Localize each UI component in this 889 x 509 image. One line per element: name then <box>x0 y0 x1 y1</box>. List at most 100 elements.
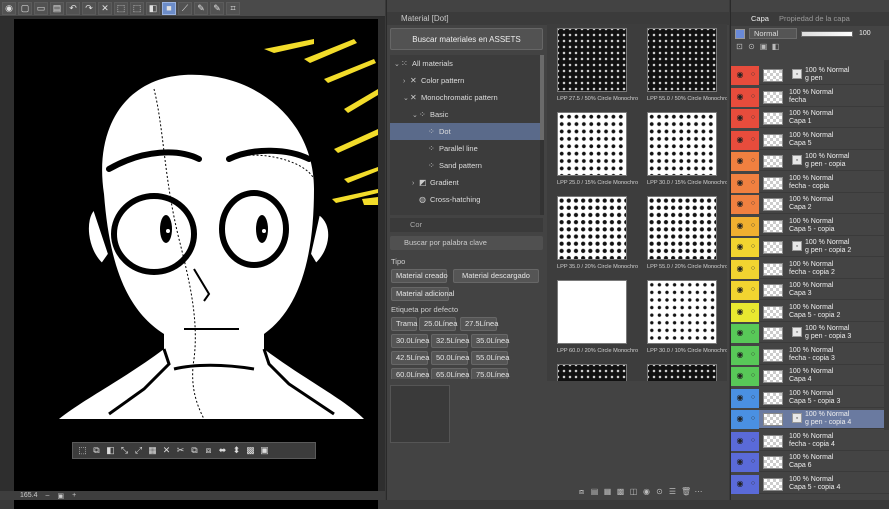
layer-row[interactable]: ◉ ○ 100 % Normal Capa 5 - copia 4 <box>731 474 889 494</box>
chevron-down-icon[interactable]: ⌄ <box>403 90 410 107</box>
tree-item[interactable]: ⌄⁘ Basic <box>390 106 540 123</box>
layer-row[interactable]: ◉ ○ 100 % Normal Capa 4 <box>731 367 889 386</box>
eye-icon[interactable]: ◉ <box>735 436 745 445</box>
tag-button[interactable]: 50.0Línea <box>431 351 469 365</box>
eye-icon[interactable]: ◉ <box>735 199 745 208</box>
eye-icon[interactable]: ◉ <box>735 371 745 380</box>
lock-icon[interactable]: ○ <box>748 457 758 466</box>
select-icon[interactable]: ⬚ <box>130 1 144 15</box>
tree-scrollbar[interactable] <box>540 55 544 215</box>
tree-item[interactable]: › ✕ Color pattern <box>390 72 540 89</box>
eye-icon[interactable]: ◉ <box>735 393 745 402</box>
eye-icon[interactable]: ◉ <box>735 350 745 359</box>
eye-icon[interactable]: ◉ <box>735 156 745 165</box>
open-assets-icon[interactable]: ◉ <box>642 487 651 496</box>
blend-mode-select[interactable]: Normal <box>749 28 797 39</box>
app-icon[interactable]: ◉ <box>2 1 16 15</box>
opacity-slider[interactable] <box>801 30 853 37</box>
layer-row[interactable]: ◉ ○ ▫ 100 % Normal g pen - copia 4 <box>731 410 889 429</box>
lock-icon[interactable]: ○ <box>748 70 758 79</box>
layer-row[interactable]: ◉ ○ 100 % Normal Capa 2 <box>731 195 889 214</box>
tag-button[interactable]: 27.5Línea <box>460 317 498 331</box>
eye-icon[interactable]: ◉ <box>735 178 745 187</box>
tag-button[interactable]: 35.0Línea <box>471 334 509 348</box>
blend-swatch[interactable] <box>735 28 745 39</box>
lock-icon[interactable]: ○ <box>748 156 758 165</box>
eye-icon[interactable]: ◉ <box>735 479 745 488</box>
lock-icon[interactable]: ○ <box>748 328 758 337</box>
layer-row[interactable]: ◉ ○ 100 % Normal fecha - copia 3 <box>731 345 889 365</box>
layer-row[interactable]: ◉ ○ ▫ 100 % Normal g pen - copia 2 <box>731 238 889 257</box>
material-thumbnail[interactable] <box>557 280 627 344</box>
tag-button[interactable]: 75.0Línea <box>471 368 509 379</box>
material-thumbnail[interactable] <box>647 196 717 260</box>
tag-button[interactable]: 55.0Línea <box>471 351 509 365</box>
tree-item[interactable]: ⌄✕ Monochromatic pattern <box>390 89 540 106</box>
material-thumbnail[interactable] <box>557 112 627 176</box>
fill-selection-icon[interactable]: ▦ <box>147 445 158 456</box>
layer-row[interactable]: ◉ ○ 100 % Normal fecha <box>731 87 889 107</box>
tag-toolbar[interactable]: Cor <box>390 218 543 232</box>
layer-row[interactable]: ◉ ○ ▫ 100 % Normal g pen - copia 3 <box>731 324 889 343</box>
expand-icon[interactable]: ⤡ <box>119 445 130 456</box>
lock-icon[interactable]: ○ <box>748 371 758 380</box>
lock-icon[interactable]: ○ <box>748 264 758 273</box>
layer-row[interactable]: ◉ ○ 100 % Normal Capa 5 - copia 3 <box>731 388 889 408</box>
zoom-out-icon[interactable]: ‒ <box>46 492 50 499</box>
layer-clip-icon[interactable]: ⊡ <box>735 42 744 51</box>
paste-icon[interactable]: ⧈ <box>203 445 214 456</box>
eye-icon[interactable]: ◉ <box>735 285 745 294</box>
zoom-in-icon[interactable]: + <box>72 492 76 499</box>
material-thumbnail[interactable] <box>557 364 627 381</box>
view-large-icon[interactable]: ▩ <box>616 487 625 496</box>
tree-item[interactable]: ◍ Cross-hatching <box>390 191 540 208</box>
tag-button[interactable]: Trama <box>391 317 417 331</box>
canvas-area[interactable]: ⬚ ⧉ ◧ ⤡ ⤢ ▦ ✕ ✂ ⧉ ⧈ ⬌ ⬍ ▩ ▣ <box>0 17 385 509</box>
lock-icon[interactable]: ○ <box>748 350 758 359</box>
deselect-icon[interactable]: ⬚ <box>77 445 88 456</box>
layer-row[interactable]: ◉ ○ ▫ 100 % Normal g pen <box>731 66 889 85</box>
tree-item[interactable]: ⌄⁙ All materials <box>390 55 540 72</box>
tag-button[interactable]: 30.0Línea <box>391 334 429 348</box>
save-icon[interactable]: ▤ <box>50 1 64 15</box>
lock-icon[interactable]: ○ <box>748 307 758 316</box>
lock-icon[interactable]: ○ <box>748 178 758 187</box>
cut-icon[interactable]: ✂ <box>175 445 186 456</box>
tipo-button[interactable]: Material creado <box>391 269 448 283</box>
ruler-icon[interactable]: ⟋ <box>178 1 192 15</box>
lock-icon[interactable]: ○ <box>748 479 758 488</box>
fill-icon[interactable]: ■ <box>162 1 176 15</box>
tag-button[interactable]: 25.0Línea <box>419 317 457 331</box>
shrink-icon[interactable]: ⤢ <box>133 445 144 456</box>
layer-row[interactable]: ◉ ○ 100 % Normal fecha - copia 2 <box>731 259 889 279</box>
tree-item[interactable]: ⁘ Sand pattern <box>390 157 540 174</box>
pen-icon[interactable]: ✎ <box>194 1 208 15</box>
drawing-canvas[interactable] <box>14 19 378 509</box>
zoom-thumb-icon[interactable]: ◫ <box>629 487 638 496</box>
material-thumbnail[interactable] <box>557 196 627 260</box>
tag-button[interactable]: 32.5Línea <box>431 334 469 348</box>
layer-row[interactable]: ◉ ○ 100 % Normal Capa 6 <box>731 453 889 472</box>
chevron-down-icon[interactable]: ⌄ <box>412 107 419 124</box>
layer-row[interactable]: ◉ ○ ▫ 100 % Normal g pen - copia <box>731 152 889 171</box>
eye-icon[interactable]: ◉ <box>735 92 745 101</box>
layer-row[interactable]: ◉ ○ 100 % Normal Capa 5 <box>731 130 889 150</box>
paste-to-canvas-icon[interactable]: ⧈ <box>577 487 586 496</box>
tag-button[interactable]: 65.0Línea <box>431 368 469 379</box>
eye-icon[interactable]: ◉ <box>735 113 745 122</box>
copy-icon[interactable]: ⧉ <box>189 445 200 456</box>
material-thumbnail[interactable] <box>647 28 717 92</box>
layer-mask-icon[interactable]: ◧ <box>771 42 780 51</box>
more-icon[interactable]: ▣ <box>259 445 270 456</box>
lock-icon[interactable]: ○ <box>748 393 758 402</box>
eye-icon[interactable]: ◉ <box>735 221 745 230</box>
layer-row[interactable]: ◉ ○ 100 % Normal Capa 5 - copia 2 <box>731 302 889 322</box>
lock-icon[interactable]: ○ <box>748 414 758 423</box>
search-assets-button[interactable]: Buscar materiales en ASSETS <box>390 28 543 50</box>
view-detail-icon[interactable]: ▤ <box>590 487 599 496</box>
keyword-search-input[interactable]: Buscar por palabra clave <box>390 236 543 250</box>
invert-selection-icon[interactable]: ◧ <box>105 445 116 456</box>
redo-icon[interactable]: ↷ <box>82 1 96 15</box>
tab-layer-properties[interactable]: Propiedad de la capa <box>779 12 850 26</box>
eye-icon[interactable]: ◉ <box>735 242 745 251</box>
